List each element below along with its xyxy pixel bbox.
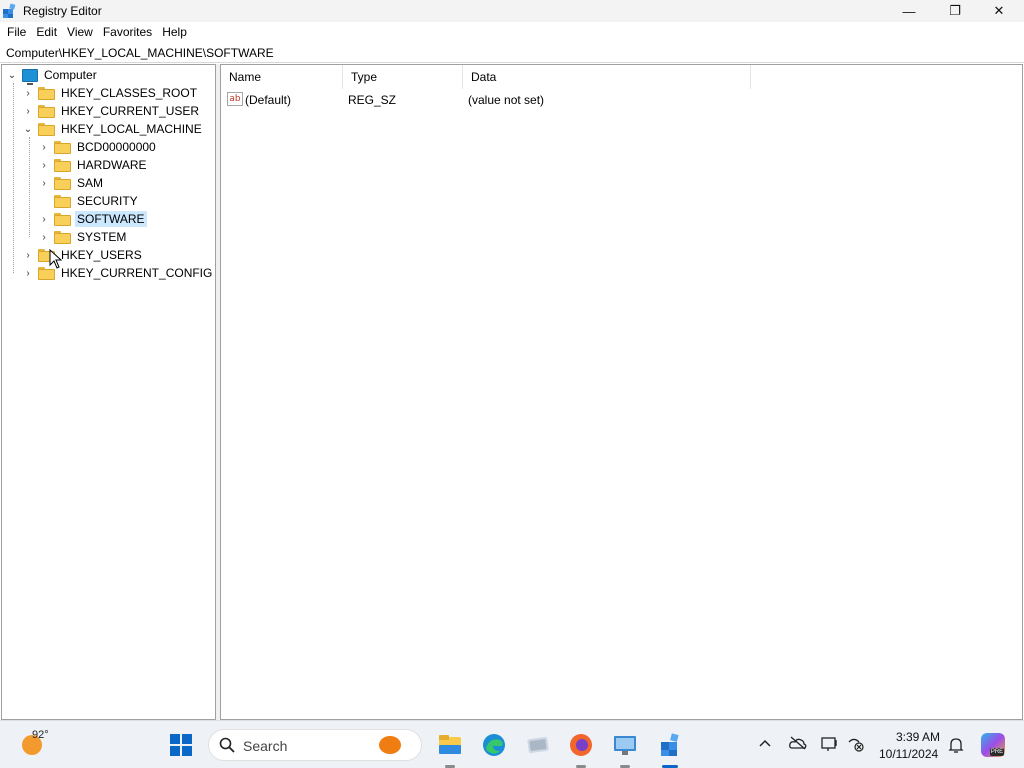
tree-node-bcd[interactable]: › BCD00000000	[38, 138, 158, 156]
folder-icon	[38, 122, 55, 136]
folder-icon	[54, 158, 71, 172]
chevron-down-icon[interactable]: ⌄	[6, 69, 18, 81]
chevron-right-icon[interactable]: ›	[22, 87, 34, 99]
folder-icon	[54, 140, 71, 154]
address-path[interactable]: Computer\HKEY_LOCAL_MACHINE\SOFTWARE	[6, 46, 274, 60]
tree-node-hkey-classes-root[interactable]: › HKEY_CLASSES_ROOT	[22, 84, 199, 102]
tree-label: HKEY_LOCAL_MACHINE	[61, 122, 202, 136]
value-data: (value not set)	[468, 93, 545, 107]
ab-string-icon: ab	[227, 92, 243, 106]
tree-label: HARDWARE	[77, 158, 147, 172]
value-type: REG_SZ	[348, 93, 397, 107]
tree-label: HKEY_CURRENT_CONFIG	[61, 266, 213, 280]
chevron-down-icon[interactable]: ⌄	[22, 123, 34, 135]
folder-icon	[54, 230, 71, 244]
search-icon	[219, 737, 235, 753]
tree-label: HKEY_CLASSES_ROOT	[61, 86, 198, 100]
mouse-cursor-icon	[49, 249, 63, 269]
folder-icon	[38, 86, 55, 100]
value-name: (Default)	[245, 93, 292, 107]
chevron-right-icon[interactable]: ›	[38, 177, 50, 189]
clock-date[interactable]: 10/11/2024	[879, 747, 938, 761]
tree-label: SAM	[77, 176, 104, 190]
weather-temperature[interactable]: 92°	[32, 729, 49, 741]
pumpkin-icon	[379, 736, 401, 754]
onedrive-icon[interactable]	[789, 736, 807, 750]
tree-node-computer[interactable]: ⌄ Computer	[6, 66, 99, 85]
tree-node-software[interactable]: › SOFTWARE	[38, 210, 147, 228]
tree-node-hkey-current-user[interactable]: › HKEY_CURRENT_USER	[22, 102, 201, 120]
address-bar[interactable]: Computer\HKEY_LOCAL_MACHINE\SOFTWARE	[0, 43, 1024, 63]
restore-button[interactable]: ❐	[932, 0, 978, 22]
close-button[interactable]: ✕	[976, 0, 1022, 22]
title-bar: Registry Editor — ❐ ✕	[0, 0, 1024, 22]
edge-icon[interactable]	[480, 731, 508, 759]
window-title: Registry Editor	[23, 4, 102, 18]
chevron-right-icon[interactable]: ›	[22, 267, 34, 279]
chevron-right-icon[interactable]: ›	[38, 213, 50, 225]
tree-label: HKEY_USERS	[61, 248, 142, 262]
menu-view[interactable]: View	[62, 22, 98, 43]
tree-label: SECURITY	[77, 194, 138, 208]
chevron-right-icon[interactable]: ›	[22, 249, 34, 261]
menu-help[interactable]: Help	[157, 22, 192, 43]
tree-label: Computer	[44, 68, 97, 82]
computer-icon	[22, 68, 38, 85]
values-list-pane[interactable]: Name Type Data ab (Default) REG_SZ (valu…	[220, 64, 1023, 720]
tree-node-sam[interactable]: › SAM	[38, 174, 105, 192]
value-row[interactable]: ab (Default) REG_SZ (value not set)	[221, 91, 821, 109]
folder-icon	[38, 104, 55, 118]
chevron-up-icon[interactable]	[758, 738, 772, 748]
taskbar-search-box[interactable]: Search	[208, 729, 422, 761]
menu-file[interactable]: File	[2, 22, 31, 43]
app-icon[interactable]	[524, 731, 552, 759]
column-header-name[interactable]: Name	[221, 65, 343, 89]
tree-label: SYSTEM	[77, 230, 127, 244]
tree-label-selected: SOFTWARE	[75, 211, 147, 227]
tree-node-hardware[interactable]: › HARDWARE	[38, 156, 149, 174]
copilot-pre-badge: PRE	[990, 748, 1004, 756]
tree-label: HKEY_CURRENT_USER	[61, 104, 200, 118]
column-header-data[interactable]: Data	[463, 65, 751, 89]
folder-icon	[54, 176, 71, 190]
tree-label: BCD00000000	[77, 140, 156, 154]
chevron-right-icon[interactable]: ›	[38, 141, 50, 153]
file-explorer-icon[interactable]	[436, 731, 464, 759]
remote-desktop-icon[interactable]	[611, 731, 639, 759]
menu-bar: File Edit View Favorites Help	[0, 22, 1024, 43]
network-icon[interactable]	[847, 736, 865, 752]
chevron-right-icon[interactable]: ›	[38, 159, 50, 171]
display-icon[interactable]	[821, 736, 839, 752]
registry-editor-icon[interactable]	[656, 731, 684, 759]
search-placeholder: Search	[243, 738, 288, 754]
clock-time[interactable]: 3:39 AM	[896, 730, 940, 744]
chevron-right-icon[interactable]: ›	[38, 231, 50, 243]
menu-favorites[interactable]: Favorites	[98, 22, 157, 43]
column-header-type[interactable]: Type	[343, 65, 463, 89]
start-windows-icon[interactable]	[170, 734, 192, 756]
menu-edit[interactable]: Edit	[31, 22, 62, 43]
folder-icon	[54, 212, 71, 226]
tree-guide-line	[13, 83, 14, 273]
tree-node-hkey-users[interactable]: › HKEY_USERS	[22, 246, 144, 264]
tree-pane[interactable]: ⌄ Computer › HKEY_CLASSES_ROOT › HKEY_CU…	[1, 64, 216, 720]
registry-editor-app-icon	[3, 3, 16, 18]
tree-connector	[38, 195, 50, 207]
taskbar: 92° Search 3:39 AM 10/11/2024 PRE	[0, 720, 1024, 768]
firefox-icon[interactable]	[567, 731, 595, 759]
chevron-right-icon[interactable]: ›	[22, 105, 34, 117]
minimize-button[interactable]: —	[886, 0, 932, 22]
notification-icon[interactable]	[948, 736, 964, 754]
tree-node-system[interactable]: › SYSTEM	[38, 228, 128, 246]
tree-guide-line	[29, 137, 30, 237]
tree-node-security[interactable]: SECURITY	[38, 192, 140, 210]
tree-node-hkey-local-machine[interactable]: ⌄ HKEY_LOCAL_MACHINE	[22, 120, 204, 138]
folder-icon	[54, 194, 71, 208]
